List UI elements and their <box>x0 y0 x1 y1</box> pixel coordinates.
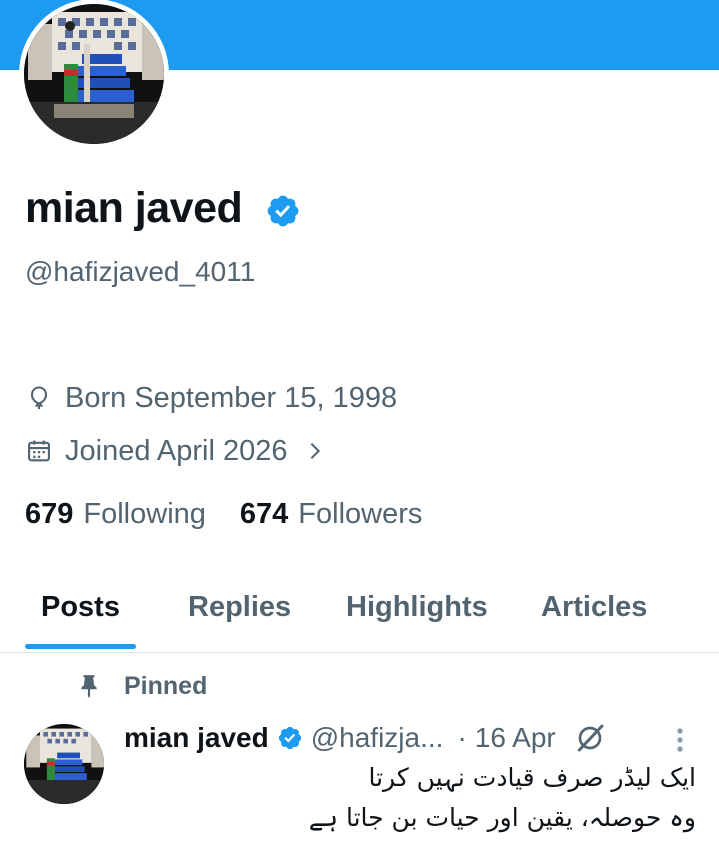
more-vertical-icon[interactable] <box>674 726 686 754</box>
verified-badge-icon[interactable] <box>265 193 301 229</box>
profile-tabs: Posts Replies Highlights Articles <box>0 575 719 653</box>
pin-icon <box>81 675 97 698</box>
avatar-image <box>24 4 164 144</box>
followers-count: 674 <box>239 498 289 530</box>
post-author-avatar[interactable] <box>24 724 104 804</box>
post-text-line: ایک لیڈر صرف قیادت نہیں کرتا <box>368 763 696 792</box>
active-tab-indicator <box>25 644 136 649</box>
post-author-name[interactable]: mian javed <box>124 720 269 756</box>
post-body[interactable]: ایک لیڈر صرف قیادت نہیں کرتا وہ حوصلہ، ی… <box>124 758 696 838</box>
following-count: 679 <box>25 498 74 530</box>
birth-date-text: Born September 15, 1998 <box>65 382 398 414</box>
post-text-line: وہ حوصلہ، یقین اور حیات بن جاتا ہے <box>308 803 696 832</box>
profile-handle: @hafizjaved_4011 <box>25 256 256 287</box>
tab-replies[interactable]: Replies <box>188 589 291 625</box>
tab-articles[interactable]: Articles <box>541 589 647 625</box>
tab-posts[interactable]: Posts <box>41 589 120 625</box>
calendar-icon <box>28 440 50 462</box>
joined-date-text: Joined April 2026 <box>65 435 288 467</box>
verified-badge-icon[interactable] <box>277 725 303 751</box>
follow-stats: 679 Following 674 Followers <box>25 496 422 532</box>
grok-icon[interactable] <box>574 722 606 754</box>
pinned-label: Pinned <box>124 672 208 700</box>
separator-dot: · <box>457 722 467 753</box>
pinned-indicator: Pinned <box>76 670 207 702</box>
tab-highlights[interactable]: Highlights <box>346 589 488 625</box>
following-label: Following <box>83 498 206 530</box>
post-header: mian javed @hafizja... · 16 Apr <box>124 720 704 756</box>
birth-date-row: Born September 15, 1998 <box>25 380 397 416</box>
followers-label: Followers <box>298 498 423 530</box>
post-date[interactable]: 16 Apr <box>475 720 556 756</box>
chevron-right-icon[interactable] <box>304 440 326 462</box>
profile-avatar[interactable] <box>19 0 169 149</box>
joined-date-row[interactable]: Joined April 2026 <box>25 433 326 469</box>
profile-display-name: mian javed <box>25 184 243 232</box>
followers-stat[interactable]: 674 Followers <box>240 496 422 532</box>
following-stat[interactable]: 679 Following <box>25 496 206 532</box>
balloon-icon <box>30 386 48 410</box>
post-author-handle[interactable]: @hafizja... <box>311 720 444 756</box>
